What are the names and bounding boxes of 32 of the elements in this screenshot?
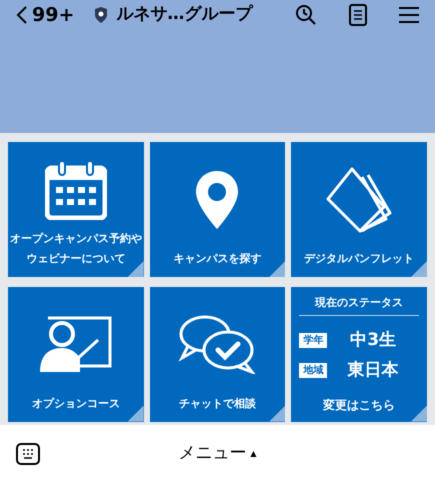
menu-tile[interactable]: オープンキャンパス予約や ウェビナーについて [8, 142, 144, 277]
status-tag: 学年 [299, 333, 328, 348]
chat-bubbles-icon [178, 314, 256, 374]
pamphlet-icon [326, 166, 392, 232]
keyboard-icon[interactable] [16, 443, 40, 465]
menu-tile[interactable]: キャンパスを探す [150, 142, 286, 277]
status-tile[interactable]: 現在のステータス 学年 中3生 地域 東日本 変更はこちら [291, 286, 427, 422]
tile-label: オプションコース [32, 396, 120, 412]
search-icon[interactable] [295, 4, 317, 26]
tile-label: ウェビナーについて [26, 251, 126, 267]
status-tag: 地域 [299, 362, 328, 378]
menu-icon[interactable] [399, 6, 419, 24]
back-button[interactable]: 99+ [16, 0, 74, 30]
menu-tile[interactable]: デジタルパンフレット [291, 142, 427, 277]
tile-label: 変更はこちら [323, 396, 396, 414]
tile-label: オープンキャンパス予約や [10, 231, 142, 247]
menu-tile[interactable]: チャットで相談 [150, 286, 286, 422]
notes-icon[interactable] [349, 4, 367, 26]
status-value: 中3生 [349, 329, 398, 352]
menu-tile[interactable]: オプションコース [8, 286, 144, 422]
tile-label: キャンパスを探す [173, 251, 262, 267]
back-chevron-icon [16, 5, 28, 25]
chat-title: ルネサ…グループ [116, 3, 252, 26]
location-pin-icon [194, 168, 240, 230]
status-title: 現在のステータス [315, 294, 404, 310]
teacher-icon [40, 314, 112, 374]
tile-label: デジタルパンフレット [304, 251, 414, 267]
tile-label: チャットで相談 [178, 396, 256, 412]
menu-toggle[interactable]: メニュー ▲ [178, 441, 257, 467]
calendar-icon [44, 160, 107, 220]
status-value: 東日本 [346, 358, 400, 382]
shield-icon [94, 7, 108, 23]
